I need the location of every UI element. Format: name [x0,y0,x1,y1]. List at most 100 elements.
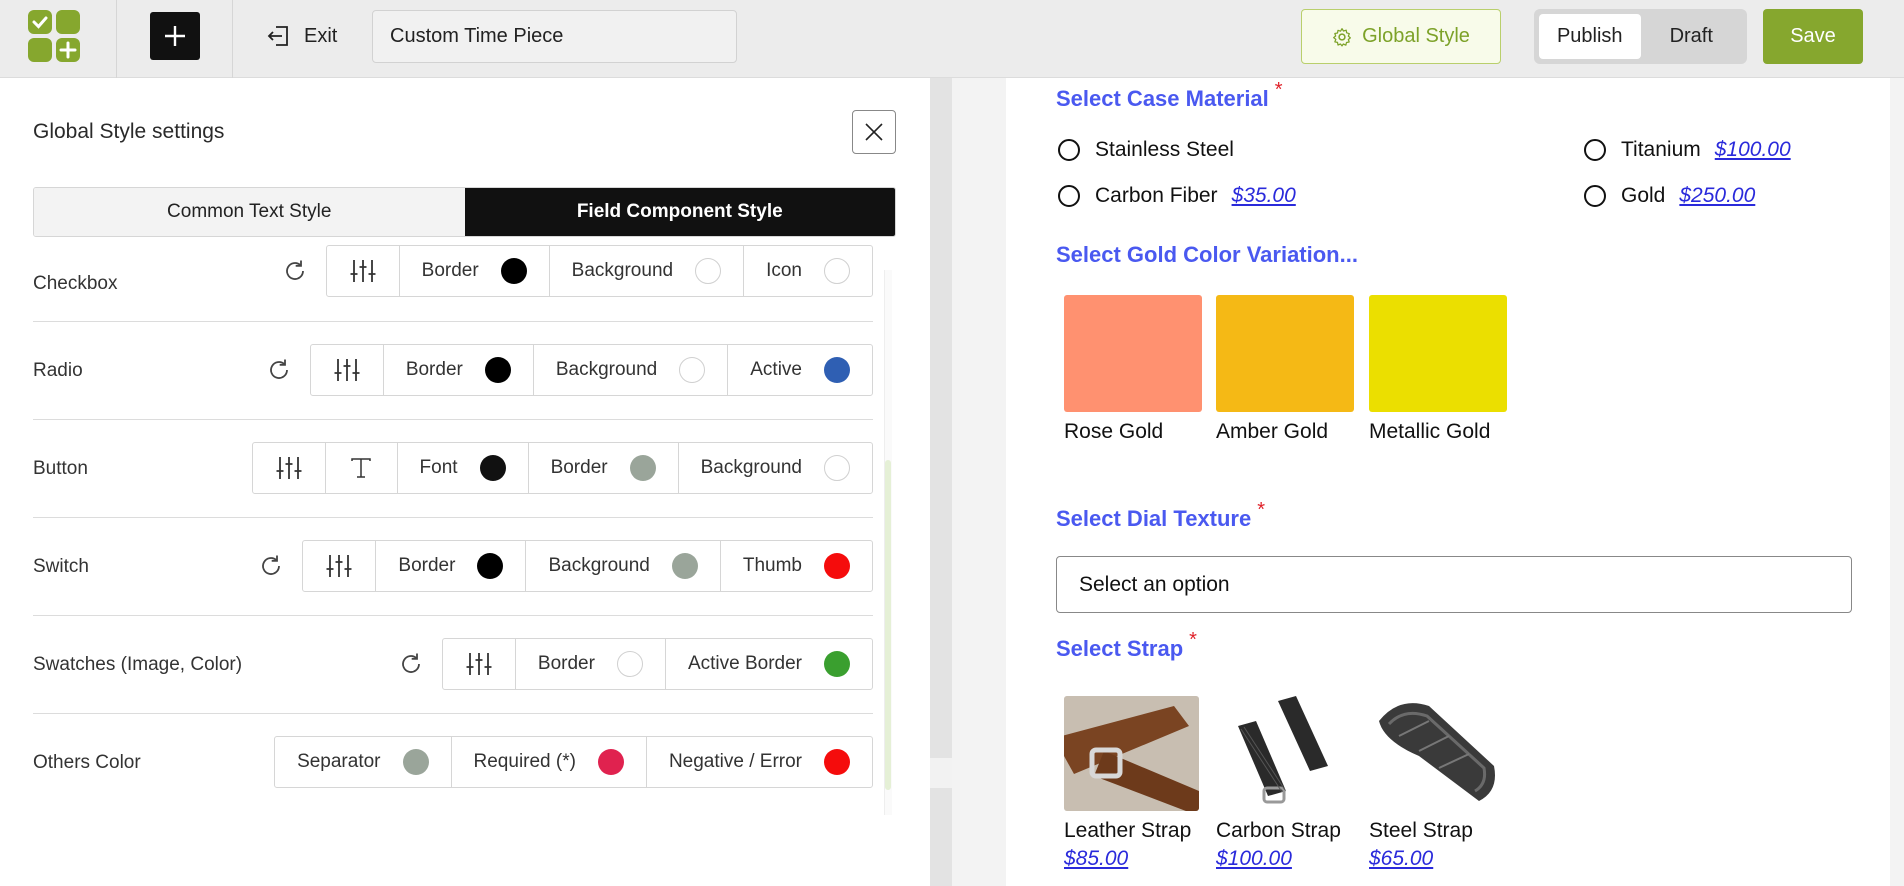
gear-icon [1333,27,1352,46]
color-swatch [1369,295,1507,412]
plus-icon [165,26,185,46]
radio-circle [1584,185,1606,207]
strap-option-carbon[interactable]: Carbon Strap $100.00 [1216,696,1351,871]
case-material-label: Select Case Material * [1056,79,1283,112]
border-color-control[interactable]: Border [375,541,525,591]
exit-label: Exit [304,24,338,47]
add-button[interactable] [150,12,200,60]
border-color-control[interactable]: Border [514,639,665,689]
tab-field-component-style[interactable]: Field Component Style [464,188,895,236]
leather-strap-image [1064,696,1199,811]
scrollbar-thumb[interactable] [885,460,891,790]
swatch-amber-gold[interactable]: Amber Gold [1216,295,1354,444]
required-color-control[interactable]: Required (*) [450,737,646,787]
border-color-control[interactable]: Border [527,443,678,493]
sliders-icon[interactable] [443,639,515,689]
border-color-control[interactable]: Border [382,345,533,395]
tab-common-text-style[interactable]: Common Text Style [34,188,465,236]
row-label: Button [33,458,88,479]
color-dot [597,749,624,775]
form-title-input[interactable] [372,10,737,63]
option-label: Carbon Fiber [1095,184,1218,207]
error-color-control[interactable]: Negative / Error [645,737,872,787]
color-swatch [1064,295,1202,412]
draft-option[interactable]: Draft [1641,14,1743,59]
active-color-control[interactable]: Active [727,345,872,395]
dial-texture-select[interactable]: Select an option [1056,556,1852,613]
control-label: Active [750,359,802,380]
color-dot [679,357,706,383]
row-label: Checkbox [33,273,118,294]
reset-icon[interactable] [266,357,292,383]
radio-titanium[interactable]: Titanium $100.00 [1584,138,1791,162]
exit-button[interactable]: Exit [266,18,337,54]
row-label: Radio [33,360,83,381]
sliders-icon[interactable] [327,246,399,296]
global-style-button[interactable]: Global Style [1301,9,1501,64]
control-label: Thumb [742,555,802,576]
background-color-control[interactable]: Background [677,443,872,493]
publish-option[interactable]: Publish [1539,14,1641,59]
control-label: Icon [766,260,802,281]
radio-circle [1584,139,1606,161]
reset-icon[interactable] [258,553,284,579]
color-dot [824,553,850,579]
swatch-metallic-gold[interactable]: Metallic Gold [1369,295,1507,444]
sliders-icon[interactable] [253,443,325,493]
control-label: Required (*) [473,751,576,772]
row-controls: Separator Required (*) Negative / Error [274,736,873,788]
save-button[interactable]: Save [1763,9,1863,64]
background-color-control[interactable]: Background [532,345,727,395]
text-type-icon[interactable] [324,443,397,493]
exit-icon [267,26,288,46]
app-logo-icon[interactable] [28,10,82,64]
field-label-text: Select Dial Texture [1056,506,1252,531]
option-label: Stainless Steel [1095,138,1234,161]
active-border-color-control[interactable]: Active Border [664,639,872,689]
font-color-control[interactable]: Font [396,443,528,493]
thumb-color-control[interactable]: Thumb [719,541,872,591]
radio-carbon-fiber[interactable]: Carbon Fiber $35.00 [1058,184,1296,208]
close-icon [865,123,883,141]
reset-icon[interactable] [282,258,308,284]
close-button[interactable] [852,110,896,154]
background-color-control[interactable]: Background [525,541,719,591]
control-group: Border Background Thumb [302,540,873,592]
icon-color-control[interactable]: Icon [743,246,872,296]
control-label: Background [548,555,650,576]
background-color-control[interactable]: Background [548,246,743,296]
border-color-control[interactable]: Border [398,246,549,296]
control-group: Border Background Icon [325,245,873,297]
swatch-label: Metallic Gold [1369,420,1491,443]
color-swatch [1216,295,1354,412]
control-label: Font [419,457,458,478]
strap-price: $65.00 [1369,847,1434,870]
radio-stainless-steel[interactable]: Stainless Steel [1058,138,1234,162]
separator-color-control[interactable]: Separator [275,737,450,787]
strap-option-steel[interactable]: Steel Strap $65.00 [1369,696,1504,871]
color-dot [824,651,850,677]
control-label: Border [421,260,479,281]
control-label: Active Border [687,653,802,674]
swatch-rose-gold[interactable]: Rose Gold [1064,295,1202,444]
strap-label: Select Strap * [1056,629,1197,662]
resize-handle[interactable] [930,758,952,788]
option-price: $35.00 [1231,184,1296,207]
sliders-icon[interactable] [311,345,383,395]
radio-gold[interactable]: Gold $250.00 [1584,184,1755,208]
global-style-settings-panel: Global Style settings Common Text Style … [0,78,930,886]
style-tabs: Common Text Style Field Component Style [33,187,896,237]
color-dot [500,258,527,284]
color-dot [695,258,722,284]
color-dot [629,455,656,481]
style-row-radio: Radio Border Background Active [33,322,873,420]
strap-option-leather[interactable]: Leather Strap $85.00 [1064,696,1199,871]
control-label: Border [537,653,595,674]
row-label: Others Color [33,752,141,773]
field-label-text: Select Case Material [1056,86,1269,111]
top-bar: Exit Global Style Publish Draft Save [0,0,1904,78]
required-mark: * [1257,499,1266,521]
sliders-icon[interactable] [303,541,375,591]
reset-icon[interactable] [398,651,424,677]
row-controls: Border Active Border [398,638,873,690]
